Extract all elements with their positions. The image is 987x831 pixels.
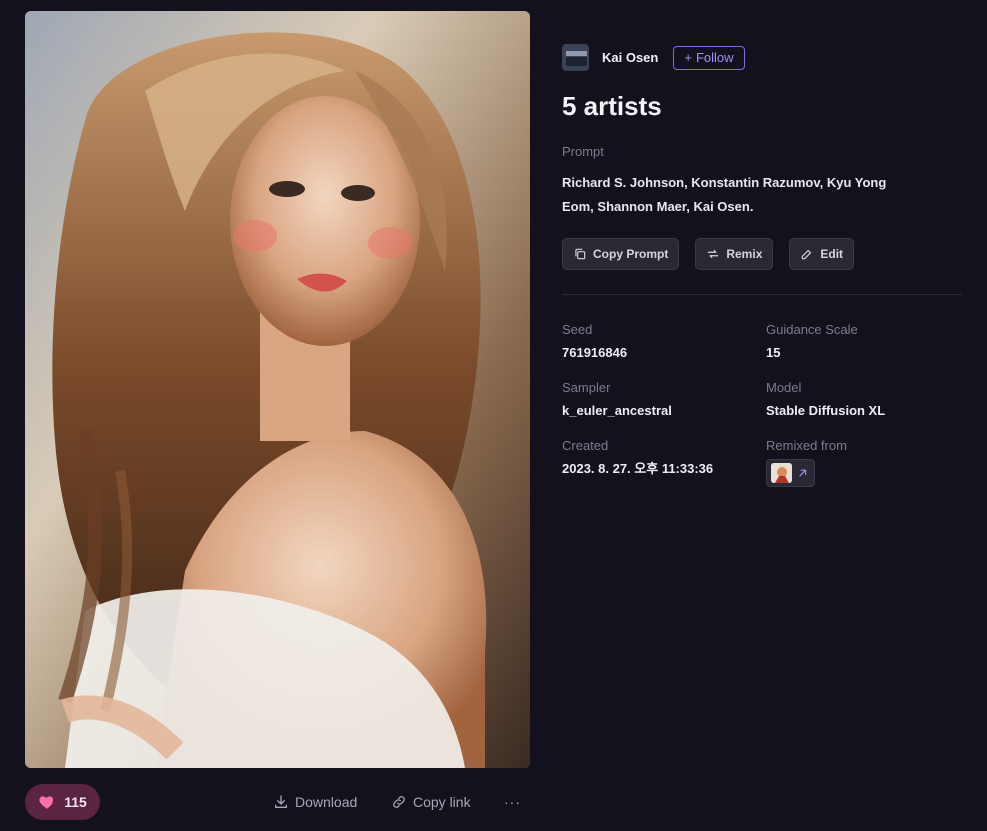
author-name[interactable]: Kai Osen	[602, 50, 658, 65]
sampler-label: Sampler	[562, 380, 611, 395]
guidance-label: Guidance Scale	[766, 322, 858, 337]
seed-item: Seed 761916846	[562, 323, 766, 361]
seed-value: 761916846	[562, 345, 628, 360]
copy-prompt-label: Copy Prompt	[593, 247, 669, 261]
generated-image[interactable]	[25, 11, 530, 768]
link-icon	[393, 796, 405, 808]
prompt-actions: Copy Prompt Remix Edit	[562, 238, 962, 270]
remix-label: Remix	[726, 247, 763, 261]
like-count: 115	[64, 794, 87, 810]
copy-icon	[575, 248, 586, 260]
created-item: Created 2023. 8. 27. 오후 11:33:36	[562, 439, 766, 487]
remixed-from-link[interactable]	[766, 459, 815, 487]
plus-icon: +	[684, 50, 692, 65]
metadata-grid: Seed 761916846 Guidance Scale 15 Sampler…	[562, 323, 962, 487]
follow-label: Follow	[695, 50, 734, 65]
prompt-text: Richard S. Johnson, Konstantin Razumov, …	[562, 175, 887, 214]
download-button[interactable]: Download	[273, 784, 357, 820]
details-panel: Kai Osen + Follow 5 artists Prompt Richa…	[562, 44, 962, 487]
divider	[562, 294, 962, 295]
model-value: Stable Diffusion XL	[766, 403, 886, 418]
edit-icon	[802, 249, 812, 260]
prompt-label: Prompt	[562, 144, 604, 159]
avatar-image	[563, 45, 588, 70]
author-row: Kai Osen + Follow	[562, 44, 962, 71]
remixed-label: Remixed from	[766, 438, 847, 453]
seed-label: Seed	[562, 322, 593, 337]
external-arrow-icon	[799, 469, 807, 477]
copy-prompt-button[interactable]: Copy Prompt	[562, 238, 680, 270]
sampler-item: Sampler k_euler_ancestral	[562, 381, 766, 419]
guidance-value: 15	[766, 345, 781, 360]
heart-icon	[39, 796, 54, 809]
model-label: Model	[766, 380, 802, 395]
follow-button[interactable]: + Follow	[673, 45, 745, 70]
author-avatar[interactable]	[562, 44, 589, 71]
copy-link-button[interactable]: Copy link	[391, 784, 471, 820]
download-label: Download	[295, 794, 358, 810]
copy-link-label: Copy link	[413, 794, 471, 810]
more-icon: ···	[504, 794, 521, 810]
remix-button[interactable]: Remix	[695, 238, 774, 270]
created-label: Created	[562, 438, 609, 453]
like-button[interactable]: 115	[25, 784, 100, 820]
download-icon	[275, 795, 287, 808]
created-value: 2023. 8. 27. 오후 11:33:36	[562, 461, 714, 476]
remix-source-thumbnail	[771, 463, 793, 483]
more-options-button[interactable]: ···	[504, 784, 521, 820]
remixed-item: Remixed from	[766, 439, 962, 487]
remix-icon	[708, 249, 719, 259]
page-title: 5 artists	[562, 91, 662, 121]
portrait-painting	[25, 11, 530, 768]
model-item: Model Stable Diffusion XL	[766, 381, 962, 419]
edit-button[interactable]: Edit	[789, 238, 855, 270]
sampler-value: k_euler_ancestral	[562, 403, 672, 418]
guidance-item: Guidance Scale 15	[766, 323, 962, 361]
edit-label: Edit	[820, 247, 844, 261]
